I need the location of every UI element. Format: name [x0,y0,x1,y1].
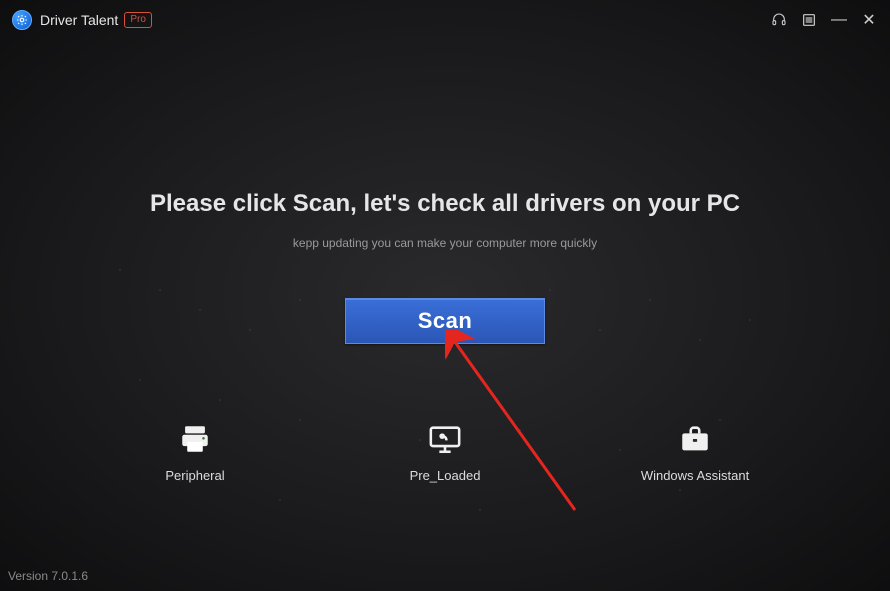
printer-icon [178,422,212,456]
category-label: Peripheral [165,468,224,483]
headline: Please click Scan, let's check all drive… [150,190,740,218]
categories: Peripheral Pre_Loaded Windows Assistant [135,422,755,483]
scan-button[interactable]: Scan [345,298,545,344]
version-label: Version 7.0.1.6 [8,569,88,583]
monitor-icon [428,422,462,456]
category-preloaded[interactable]: Pre_Loaded [385,422,505,483]
category-label: Pre_Loaded [410,468,481,483]
category-windows-assistant[interactable]: Windows Assistant [635,422,755,483]
briefcase-icon [678,422,712,456]
category-peripheral[interactable]: Peripheral [135,422,255,483]
subline: kepp updating you can make your computer… [293,236,597,250]
main-content: Please click Scan, let's check all drive… [0,0,890,591]
category-label: Windows Assistant [641,468,749,483]
